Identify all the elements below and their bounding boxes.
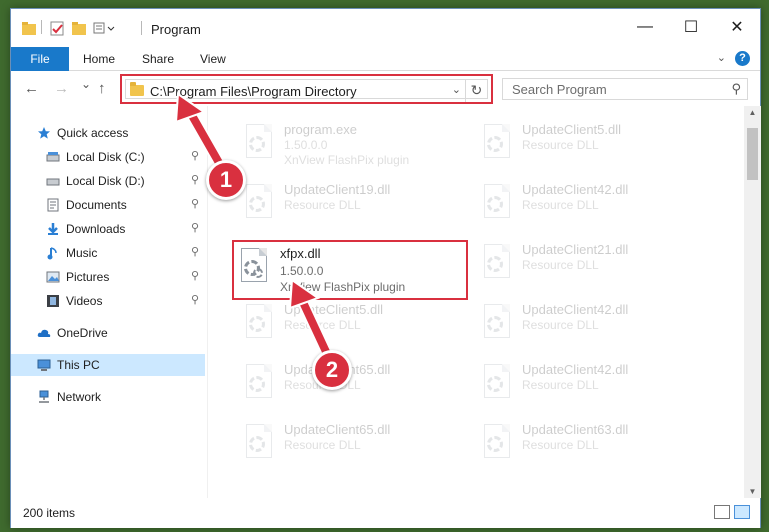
dll-file-icon (242, 304, 276, 344)
list-item[interactable]: UpdateClient42.dll Resource DLL (470, 296, 710, 354)
list-item[interactable]: UpdateClient5.dll Resource DLL (232, 296, 472, 354)
callout-1: 1 (206, 160, 246, 200)
status-bar: 200 items (11, 498, 760, 528)
sidebar-item-network[interactable]: Network (11, 386, 205, 408)
sidebar-item-local-disk-c[interactable]: Local Disk (C:) ⚲ (11, 146, 205, 168)
xfpx-dll-item[interactable]: xfpx.dll 1.50.0.0 XnView FlashPix plugin (232, 240, 468, 300)
folder-icon (130, 82, 144, 96)
navigation-bar: ← → ⌄ ↑ C:\Program Files\Program Directo… (11, 72, 760, 106)
address-bar[interactable]: C:\Program Files\Program Directory ⌄ ↻ (120, 74, 493, 104)
maximize-button[interactable]: ☐ (668, 9, 714, 45)
up-button[interactable]: ↑ (98, 80, 106, 97)
window-title: Program (151, 22, 201, 37)
music-icon (47, 247, 57, 260)
exe-file-icon (242, 124, 276, 164)
expand-ribbon-icon[interactable]: ⌄ (717, 51, 726, 64)
help-icon[interactable]: ? (735, 51, 750, 66)
sidebar-item-local-disk-d[interactable]: Local Disk (D:) ⚲ (11, 170, 205, 192)
list-item[interactable]: UpdateClient65.dll Resource DLL (232, 416, 472, 474)
pin-icon[interactable]: ⚲ (191, 197, 199, 210)
cloud-icon (37, 329, 51, 337)
dll-file-icon (480, 244, 514, 284)
list-item[interactable]: UpdateClient21.dll Resource DLL (470, 236, 710, 294)
list-item[interactable]: UpdateClient42.dll Resource DLL (470, 176, 710, 234)
search-icon[interactable]: ⚲ (731, 81, 741, 97)
star-icon (38, 127, 50, 139)
dll-file-icon (480, 124, 514, 164)
vertical-scrollbar[interactable]: ▲ ▼ (744, 106, 761, 498)
dll-file-icon (480, 364, 514, 404)
sidebar-item-quick-access[interactable]: Quick access (11, 122, 205, 144)
list-item[interactable]: UpdateClient5.dll Resource DLL (470, 116, 710, 174)
pictures-icon (46, 271, 60, 283)
sidebar-item-videos[interactable]: Videos ⚲ (11, 290, 205, 312)
file-list: program.exe 1.50.0.0 XnView FlashPix plu… (208, 106, 744, 498)
pin-icon[interactable]: ⚲ (191, 149, 199, 162)
computer-icon (37, 359, 51, 371)
list-item[interactable]: UpdateClient42.dll Resource DLL (470, 356, 710, 414)
title-bar: Program — ☐ ✕ (11, 9, 760, 45)
pin-icon[interactable]: ⚲ (191, 269, 199, 282)
navigation-pane: Quick access Local Disk (C:) ⚲ Local Dis… (11, 106, 207, 498)
dll-file-icon (242, 184, 276, 224)
drive-icon (46, 152, 60, 162)
callout-2: 2 (312, 350, 352, 390)
tab-file[interactable]: File (11, 47, 69, 71)
sidebar-item-documents[interactable]: Documents ⚲ (11, 194, 205, 216)
drive-icon (46, 178, 60, 186)
details-view-icon[interactable] (714, 505, 730, 519)
pin-icon[interactable]: ⚲ (191, 293, 199, 306)
dll-file-icon (480, 184, 514, 224)
videos-icon (47, 295, 59, 307)
address-dropdown-icon[interactable]: ⌄ (452, 83, 461, 96)
downloads-icon (48, 223, 58, 235)
list-item[interactable]: UpdateClient19.dll Resource DLL (232, 176, 472, 234)
scroll-thumb[interactable] (747, 128, 758, 180)
customize-qa-icon[interactable] (93, 19, 115, 37)
dll-file-icon (242, 364, 276, 404)
scroll-up-icon[interactable]: ▲ (744, 108, 761, 117)
pin-icon[interactable]: ⚲ (191, 245, 199, 258)
close-button[interactable]: ✕ (714, 9, 760, 45)
search-placeholder: Search Program (512, 82, 607, 97)
properties-icon[interactable] (49, 19, 65, 37)
dll-file-icon (237, 248, 271, 288)
tiles-view-icon[interactable] (734, 505, 750, 519)
scroll-down-icon[interactable]: ▼ (744, 487, 761, 496)
sidebar-item-music[interactable]: Music ⚲ (11, 242, 205, 264)
dll-file-icon (242, 424, 276, 464)
pin-icon[interactable]: ⚲ (191, 221, 199, 234)
minimize-button[interactable]: — (622, 9, 668, 45)
sidebar-item-downloads[interactable]: Downloads ⚲ (11, 218, 205, 240)
network-icon (39, 390, 49, 403)
search-input[interactable]: Search Program ⚲ (502, 78, 748, 100)
folder-icon (22, 22, 36, 35)
documents-icon (47, 198, 59, 212)
list-item[interactable]: program.exe 1.50.0.0 XnView FlashPix plu… (232, 116, 472, 174)
tab-share[interactable]: Share (142, 47, 174, 71)
new-folder-icon[interactable] (71, 19, 87, 37)
forward-button[interactable]: → (54, 80, 69, 97)
item-count: 200 items (23, 506, 76, 520)
list-item[interactable]: UpdateClient63.dll Resource DLL (470, 416, 710, 474)
explorer-window: Program — ☐ ✕ File Home Share View ⌄ ? ←… (10, 8, 761, 528)
tab-home[interactable]: Home (83, 47, 115, 71)
dll-file-icon (480, 304, 514, 344)
address-path[interactable]: C:\Program Files\Program Directory (150, 84, 357, 99)
list-item[interactable]: UpdateClient65.dll Resource DLL (232, 356, 472, 414)
sidebar-item-pictures[interactable]: Pictures ⚲ (11, 266, 205, 288)
pin-icon[interactable]: ⚲ (191, 173, 199, 186)
tab-view[interactable]: View (200, 47, 226, 71)
dll-file-icon (480, 424, 514, 464)
recent-locations-icon[interactable]: ⌄ (81, 77, 91, 91)
back-button[interactable]: ← (24, 80, 39, 97)
refresh-icon[interactable]: ↻ (465, 80, 487, 102)
sidebar-item-onedrive[interactable]: OneDrive (11, 322, 205, 344)
ribbon-tabs: File Home Share View ⌄ ? (11, 47, 760, 71)
sidebar-item-this-pc[interactable]: This PC (11, 354, 205, 376)
